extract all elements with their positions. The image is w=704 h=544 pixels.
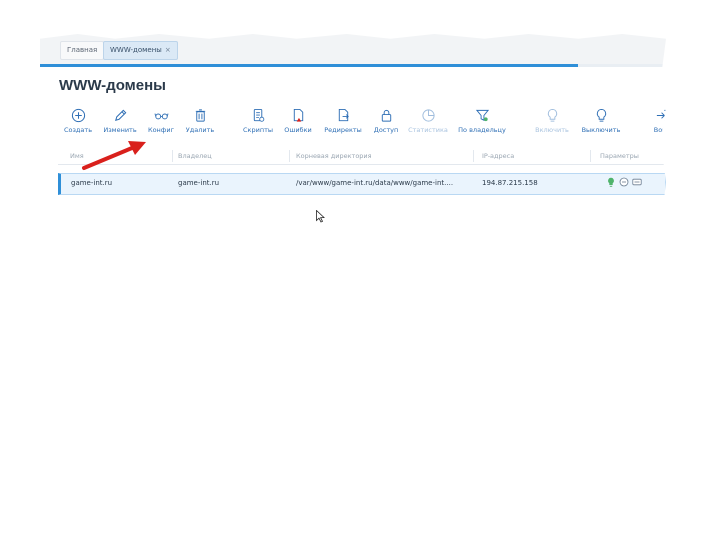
annotation-arrow-icon — [82, 141, 146, 170]
mouse-cursor-icon — [316, 210, 325, 223]
edit-label: Изменить — [103, 126, 137, 134]
delete-button[interactable]: Удалить — [175, 104, 225, 134]
column-params[interactable]: Параметры — [600, 152, 639, 160]
toolbar: Создать Изменить Конфиг Удалить Скрипты — [40, 104, 666, 140]
by-owner-label: По владельцу — [458, 126, 506, 134]
scripts-label: Скрипты — [243, 126, 273, 134]
page-title: WWW-домены — [59, 77, 166, 94]
column-separator[interactable] — [473, 150, 474, 162]
trash-icon — [175, 104, 225, 126]
config-label: Конфиг — [147, 126, 175, 134]
statistics-button[interactable]: Статистика — [403, 104, 453, 134]
login-icon — [637, 104, 666, 126]
enable-label: Включить — [535, 126, 569, 134]
column-root-dir[interactable]: Корневая директория — [296, 152, 372, 160]
bulb-off-icon — [576, 104, 626, 126]
column-separator[interactable] — [590, 150, 591, 162]
login-button[interactable]: Войт — [637, 104, 666, 134]
statistics-label: Статистика — [408, 126, 448, 134]
redirects-label: Редиректы — [324, 126, 362, 134]
column-separator[interactable] — [289, 150, 290, 162]
loading-progress-bar — [40, 64, 666, 67]
cell-ip: 194.87.215.158 — [482, 179, 538, 187]
cell-root-dir: /var/www/game-int.ru/data/www/game-int..… — [296, 179, 454, 187]
column-ip[interactable]: IP-адреса — [482, 152, 514, 160]
tab-www-domains[interactable]: WWW-домены × — [103, 41, 178, 60]
error-file-icon — [273, 104, 323, 126]
access-label: Доступ — [373, 126, 399, 134]
column-separator[interactable] — [172, 150, 173, 162]
bulb-param-icon — [608, 177, 614, 187]
close-icon[interactable]: × — [165, 46, 171, 54]
delete-label: Удалить — [185, 126, 215, 134]
tab-home-label: Главная — [67, 46, 98, 54]
errors-label: Ошибки — [284, 126, 312, 134]
cgi-param-icon — [619, 177, 629, 187]
cell-params — [606, 177, 643, 187]
ssl-param-icon — [632, 178, 643, 186]
cell-name: game-int.ru — [71, 179, 113, 187]
login-label: Войт — [653, 126, 666, 134]
errors-button[interactable]: Ошибки — [273, 104, 323, 134]
disable-button[interactable]: Выключить — [576, 104, 626, 134]
create-label: Создать — [63, 126, 93, 134]
screenshot-paper: Главная WWW-домены × WWW-домены Создать И… — [40, 34, 666, 512]
bulb-on-icon — [527, 104, 577, 126]
filter-icon — [457, 104, 507, 126]
enable-button[interactable]: Включить — [527, 104, 577, 134]
tab-home[interactable]: Главная — [60, 41, 105, 60]
cell-owner: game-int.ru — [178, 179, 220, 187]
table-row[interactable]: game-int.ru game-int.ru /var/www/game-in… — [58, 173, 666, 195]
tab-bar: Главная WWW-домены × — [40, 34, 666, 64]
tab-www-domains-label: WWW-домены — [110, 46, 162, 54]
by-owner-button[interactable]: По владельцу — [457, 104, 507, 134]
pie-chart-icon — [403, 104, 453, 126]
column-owner[interactable]: Владелец — [178, 152, 212, 160]
disable-label: Выключить — [581, 126, 621, 134]
loading-progress-fill — [40, 64, 579, 67]
